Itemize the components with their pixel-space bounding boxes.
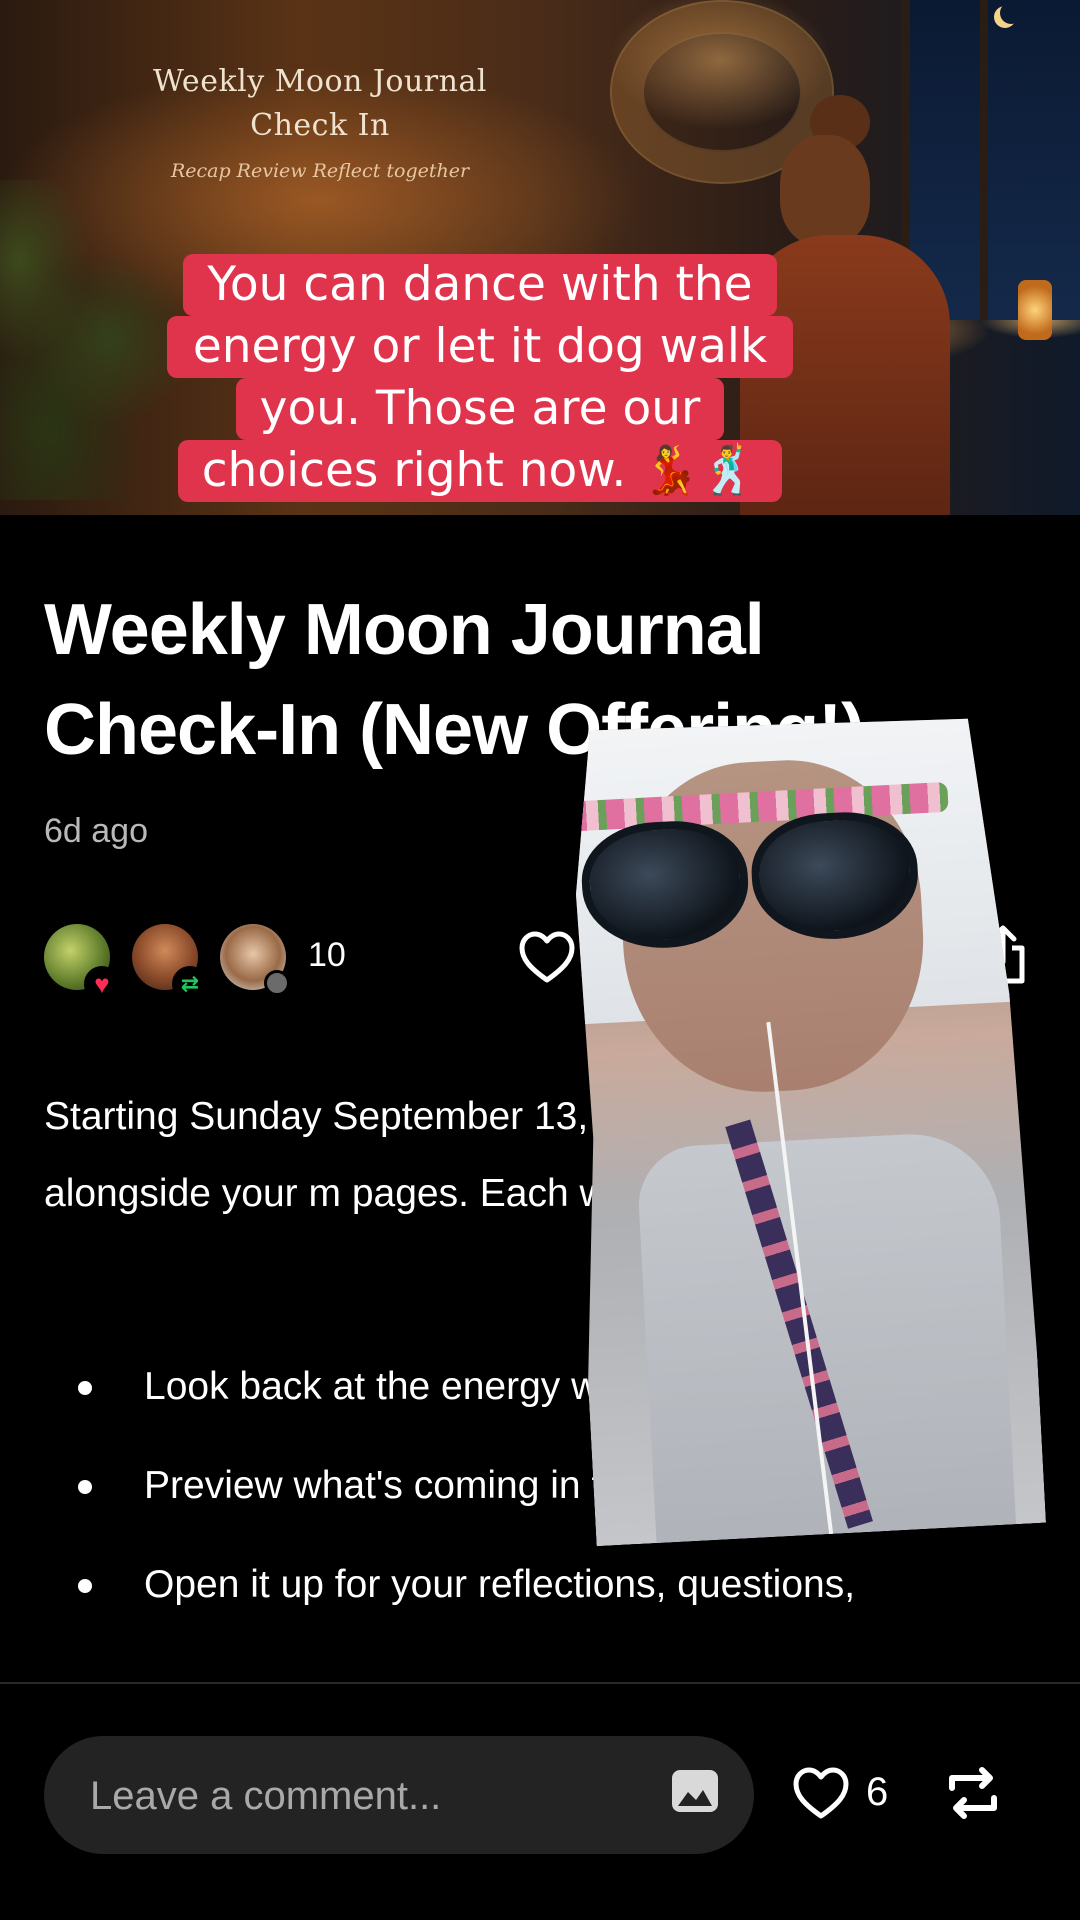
divider — [0, 1682, 1080, 1684]
heart-icon — [793, 1767, 849, 1819]
post-timestamp: 6d ago — [44, 812, 148, 850]
cover-title-line1: Weekly Moon Journal — [153, 64, 487, 99]
heart-badge-icon: ♥ — [84, 966, 120, 1002]
comment-box[interactable] — [44, 1736, 754, 1854]
cover-title-line2: Check In — [250, 108, 390, 143]
like-count: 6 — [866, 1770, 889, 1814]
comment-badge-icon — [264, 970, 290, 996]
comment-input[interactable] — [88, 1766, 632, 1826]
caption-line: energy or let it dog walk — [166, 316, 794, 378]
image-icon[interactable] — [670, 1768, 720, 1818]
engagement-count: 10 — [308, 936, 346, 974]
caption-line: You can dance with the — [183, 254, 777, 316]
repost-badge-icon: ⇄ — [172, 966, 208, 1002]
video-caption: You can dance with the energy or let it … — [0, 254, 960, 502]
creator-video-overlay — [554, 709, 1046, 1546]
cover-tagline: Recap Review Reflect together — [170, 160, 470, 182]
caption-line: you. Those are our — [235, 378, 725, 440]
cover-title: Weekly Moon Journal Check In — [140, 60, 500, 148]
list-item: Open it up for your reflections, questio… — [44, 1546, 1004, 1623]
caption-line: choices right now. 💃🕺 — [177, 440, 783, 502]
repost-button[interactable] — [940, 1766, 1006, 1825]
like-button[interactable] — [792, 1766, 850, 1825]
lantern-icon — [1018, 280, 1052, 340]
moon-icon — [1000, 2, 1022, 24]
repost-icon — [949, 1767, 997, 1819]
heart-icon[interactable] — [518, 930, 576, 989]
